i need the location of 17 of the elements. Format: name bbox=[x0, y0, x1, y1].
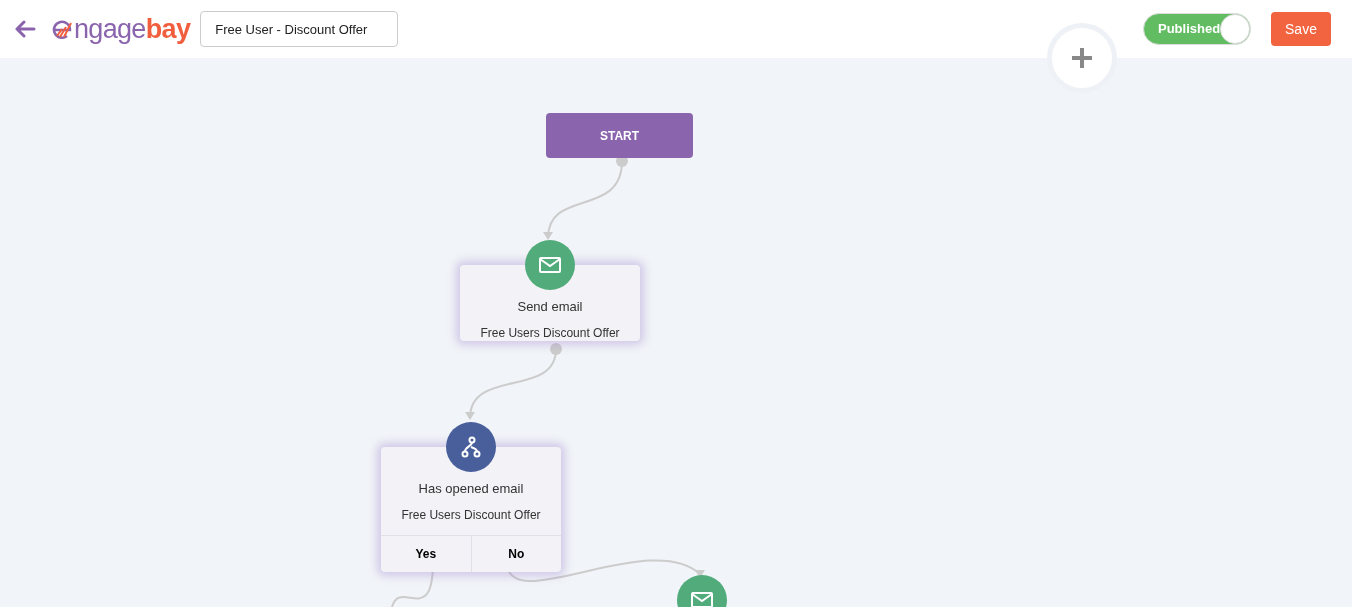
branch-label[interactable]: Yes bbox=[381, 535, 471, 572]
plus-icon bbox=[1072, 48, 1092, 68]
envelope-icon bbox=[691, 592, 713, 607]
logo-wordmark: ngagebay bbox=[74, 15, 191, 43]
start-node[interactable]: START bbox=[546, 113, 693, 158]
node-subtitle: Free Users Discount Offer bbox=[479, 324, 621, 341]
branch-icon bbox=[461, 436, 481, 458]
branch-label[interactable]: No bbox=[470, 535, 561, 572]
envelope-icon bbox=[539, 257, 561, 273]
workflow-name-field[interactable]: Free User - Discount Offer bbox=[200, 11, 399, 47]
node-subtitle: Free Users Discount Offer bbox=[400, 506, 542, 523]
condition-card[interactable]: Has opened email Free Users Discount Offer Yes No bbox=[381, 447, 561, 572]
node-title: Send email bbox=[516, 298, 584, 316]
logo-mark-icon bbox=[50, 17, 74, 41]
node-title: Has opened email bbox=[417, 480, 525, 498]
back-arrow-icon[interactable] bbox=[14, 20, 36, 38]
action-card[interactable]: Send email Free Users Discount Offer bbox=[460, 265, 640, 341]
